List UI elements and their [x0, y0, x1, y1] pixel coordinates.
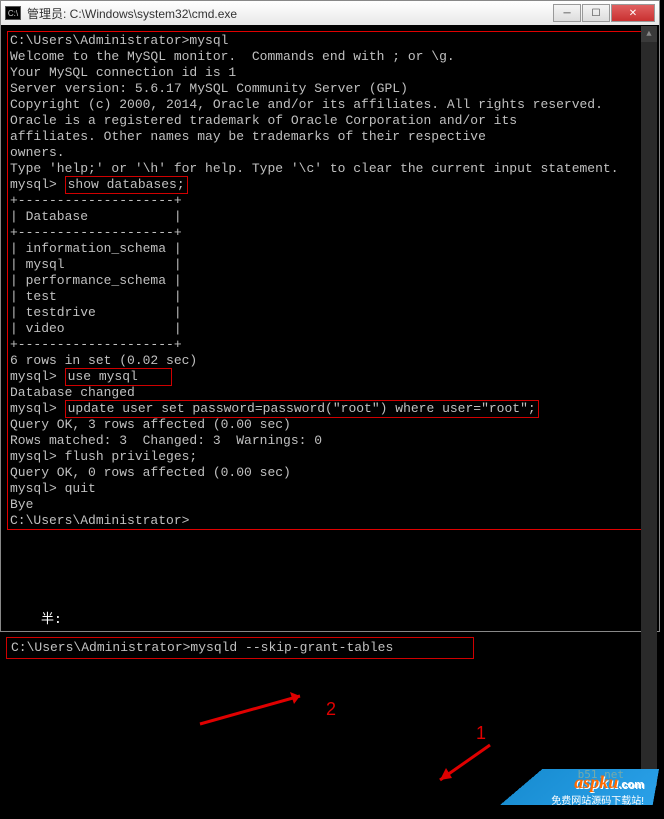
output-line: Type 'help;' or '\h' for help. Type '\c'…: [10, 161, 650, 177]
highlighted-command: update user set password=password("root"…: [65, 400, 539, 418]
table-row: | information_schema |: [10, 241, 650, 257]
output-line: 6 rows in set (0.02 sec): [10, 353, 650, 369]
table-border: +--------------------+: [10, 337, 650, 353]
bottom-command-region: C:\Users\Administrator>mysqld --skip-gra…: [0, 635, 664, 661]
prompt-line: mysql> update user set password=password…: [10, 401, 650, 417]
main-output-region: C:\Users\Administrator>mysql Welcome to …: [7, 31, 653, 530]
output-line: Database changed: [10, 385, 650, 401]
terminal-area[interactable]: C:\Users\Administrator>mysql Welcome to …: [1, 25, 659, 532]
close-button[interactable]: ✕: [611, 4, 655, 22]
table-row: | video |: [10, 321, 650, 337]
annotation-label-1: 1: [476, 723, 486, 744]
output-line: affiliates. Other names may be trademark…: [10, 129, 650, 145]
output-line: mysql> flush privileges;: [10, 449, 650, 465]
prompt-line: mysql> use mysql: [10, 369, 650, 385]
window-controls: ─ ☐ ✕: [553, 4, 655, 22]
scroll-up-arrow-icon[interactable]: ▲: [641, 26, 657, 42]
highlighted-command: use mysql: [65, 368, 172, 386]
output-line: C:\Users\Administrator>mysql: [10, 33, 650, 49]
table-row: | testdrive |: [10, 305, 650, 321]
watermark-brand: aspku.com: [574, 772, 644, 793]
cmd-window: C:\ 管理员: C:\Windows\system32\cmd.exe ─ ☐…: [0, 0, 660, 632]
watermark-subtitle: 免费网站源码下载站!: [551, 792, 644, 807]
maximize-button[interactable]: ☐: [582, 4, 610, 22]
cmd-icon: C:\: [5, 6, 21, 20]
output-line: owners.: [10, 145, 650, 161]
annotation-arrow-1-icon: [400, 740, 500, 790]
table-row: | test |: [10, 289, 650, 305]
output-line: Query OK, 3 rows affected (0.00 sec): [10, 417, 650, 433]
minimize-button[interactable]: ─: [553, 4, 581, 22]
table-border: +--------------------+: [10, 193, 650, 209]
ime-status: 半:: [1, 604, 659, 631]
output-line: Your MySQL connection id is 1: [10, 65, 650, 81]
highlighted-command: show databases;: [65, 176, 188, 194]
terminal-blank-region[interactable]: [1, 532, 659, 604]
annotation-label-2: 2: [326, 699, 336, 720]
output-line: Query OK, 0 rows affected (0.00 sec): [10, 465, 650, 481]
table-row: | performance_schema |: [10, 273, 650, 289]
output-line: Welcome to the MySQL monitor. Commands e…: [10, 49, 650, 65]
output-line: Oracle is a registered trademark of Orac…: [10, 113, 650, 129]
annotation-arrow-2-icon: [180, 684, 330, 734]
highlighted-command: C:\Users\Administrator>mysqld --skip-gra…: [6, 637, 474, 659]
vertical-scrollbar[interactable]: ▲ ▼: [641, 26, 657, 786]
table-row: | mysql |: [10, 257, 650, 273]
output-line: Copyright (c) 2000, 2014, Oracle and/or …: [10, 97, 650, 113]
table-header: | Database |: [10, 209, 650, 225]
output-line: Bye: [10, 497, 650, 513]
titlebar[interactable]: C:\ 管理员: C:\Windows\system32\cmd.exe ─ ☐…: [1, 1, 659, 25]
output-line: mysql> quit: [10, 481, 650, 497]
output-line: C:\Users\Administrator>: [10, 513, 650, 529]
output-line: Server version: 5.6.17 MySQL Community S…: [10, 81, 650, 97]
table-border: +--------------------+: [10, 225, 650, 241]
watermark: b51.net aspku.com 免费网站源码下载站!: [496, 767, 656, 811]
window-title: 管理员: C:\Windows\system32\cmd.exe: [27, 5, 553, 22]
prompt-line: mysql> show databases;: [10, 177, 650, 193]
output-line: Rows matched: 3 Changed: 3 Warnings: 0: [10, 433, 650, 449]
